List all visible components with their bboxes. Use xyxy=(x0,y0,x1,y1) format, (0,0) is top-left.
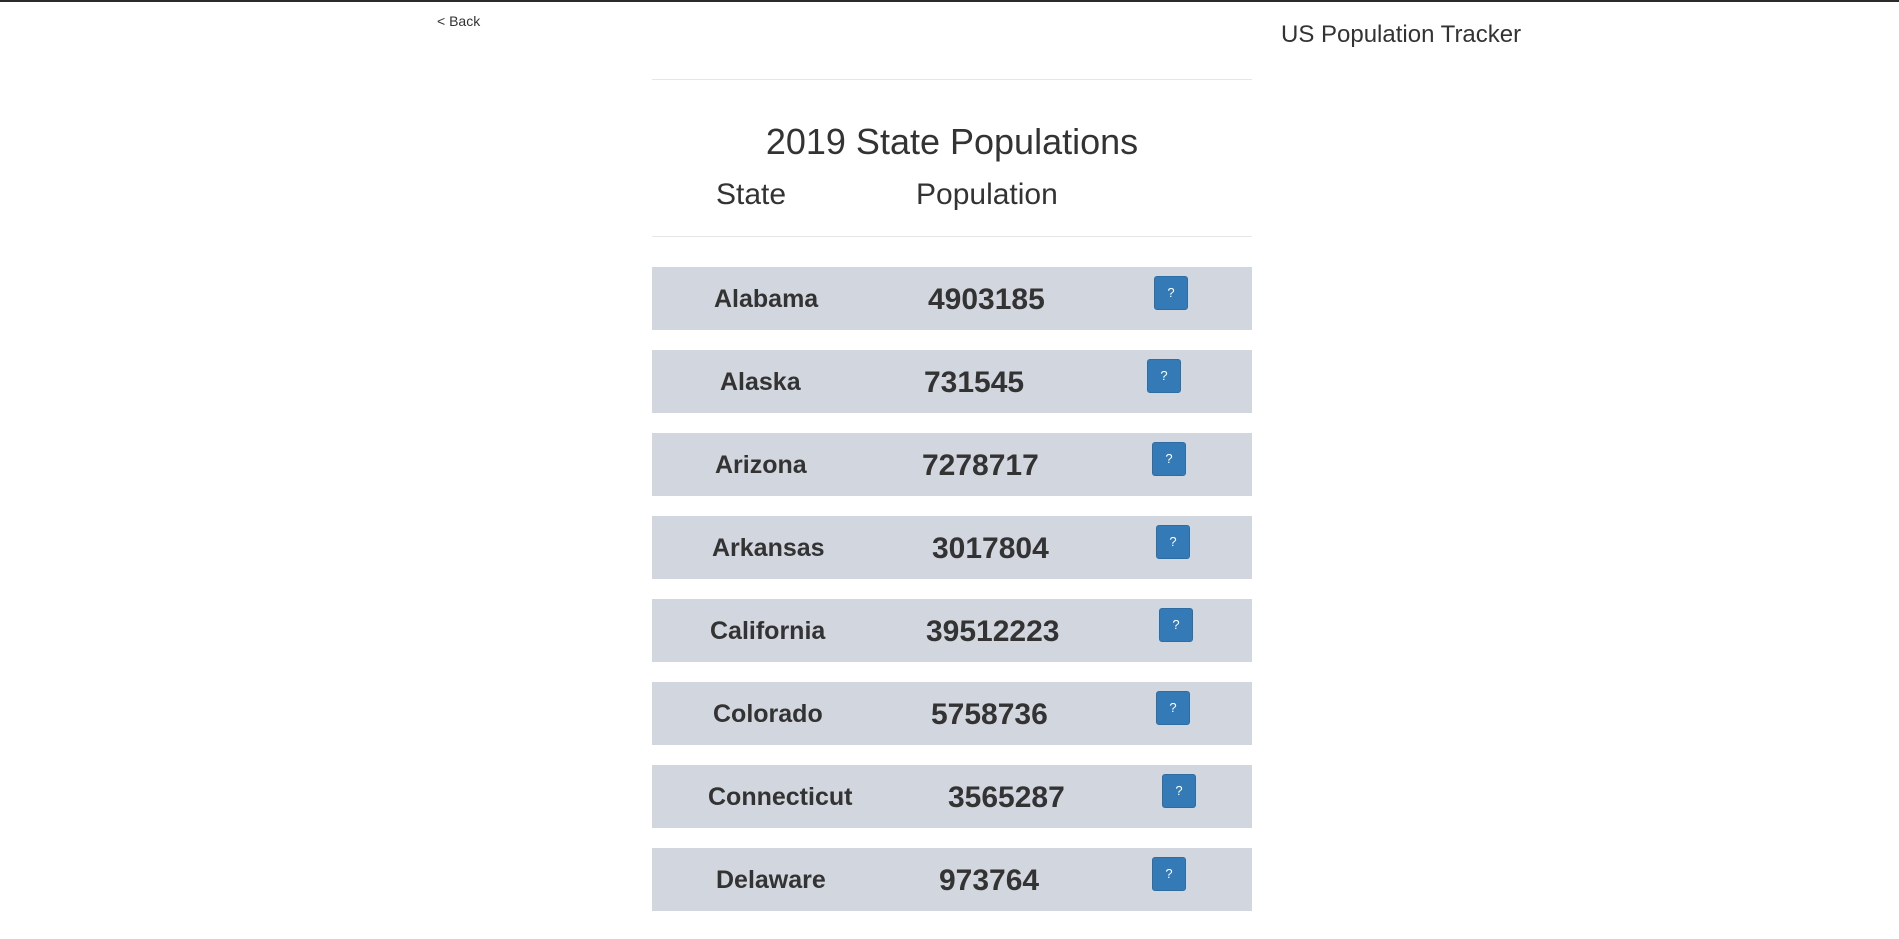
info-button[interactable]: ? xyxy=(1152,442,1186,476)
state-row: Arkansas 3017804 ? xyxy=(652,516,1252,579)
info-button[interactable]: ? xyxy=(1147,359,1181,393)
state-row: Arizona 7278717 ? xyxy=(652,433,1252,496)
state-population: 973764 xyxy=(939,864,1040,897)
state-name: Alaska xyxy=(720,368,801,396)
state-population: 4903185 xyxy=(928,283,1045,316)
state-population: 3565287 xyxy=(948,781,1065,814)
state-population: 5758736 xyxy=(931,698,1048,731)
population-column-header: Population xyxy=(916,178,1058,211)
state-population: 39512223 xyxy=(926,615,1060,648)
top-divider xyxy=(652,79,1252,80)
header-divider xyxy=(652,236,1252,237)
state-population: 731545 xyxy=(924,366,1025,399)
state-name: Colorado xyxy=(713,700,823,728)
state-name: Arizona xyxy=(715,451,807,479)
state-population: 3017804 xyxy=(932,532,1049,565)
state-list: Alabama 4903185 ? Alaska 731545 ? Arizon… xyxy=(652,267,1252,911)
info-button[interactable]: ? xyxy=(1154,276,1188,310)
back-link[interactable]: < Back xyxy=(437,13,480,29)
state-row: Alabama 4903185 ? xyxy=(652,267,1252,330)
state-population: 7278717 xyxy=(922,449,1039,482)
state-row: Connecticut 3565287 ? xyxy=(652,765,1252,828)
state-row: California 39512223 ? xyxy=(652,599,1252,662)
state-row: Colorado 5758736 ? xyxy=(652,682,1252,745)
state-name: Connecticut xyxy=(708,783,853,811)
info-button[interactable]: ? xyxy=(1162,774,1196,808)
info-button[interactable]: ? xyxy=(1156,691,1190,725)
page-title: 2019 State Populations xyxy=(765,121,1139,162)
state-name: California xyxy=(710,617,826,645)
column-headers: State Population xyxy=(652,178,1252,236)
state-column-header: State xyxy=(716,178,787,211)
page: < Back US Population Tracker 2019 State … xyxy=(0,0,1899,939)
info-button[interactable]: ? xyxy=(1156,525,1190,559)
population-panel: 2019 State Populations State Population … xyxy=(652,79,1252,931)
info-button[interactable]: ? xyxy=(1159,608,1193,642)
state-name: Delaware xyxy=(716,866,826,894)
state-name: Alabama xyxy=(714,285,819,313)
app-title: US Population Tracker xyxy=(1281,21,1522,48)
info-button[interactable]: ? xyxy=(1152,857,1186,891)
state-name: Arkansas xyxy=(712,534,825,562)
state-row: Delaware 973764 ? xyxy=(652,848,1252,911)
top-border xyxy=(0,0,1899,2)
state-row: Alaska 731545 ? xyxy=(652,350,1252,413)
